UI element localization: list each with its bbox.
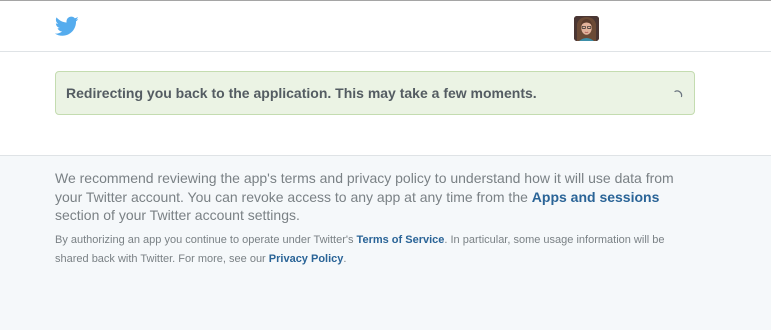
redirect-notice: Redirecting you back to the application.… bbox=[55, 71, 695, 115]
twitter-bird-icon[interactable] bbox=[54, 16, 79, 37]
terms-notice-text: By authorizing an app you continue to op… bbox=[55, 231, 695, 269]
main-content: Redirecting you back to the application.… bbox=[0, 52, 771, 155]
terms-notice-part-1: By authorizing an app you continue to op… bbox=[55, 234, 357, 246]
apps-and-sessions-link[interactable]: Apps and sessions bbox=[532, 189, 660, 205]
terms-of-service-link[interactable]: Terms of Service bbox=[357, 234, 445, 246]
privacy-policy-link[interactable]: Privacy Policy bbox=[269, 253, 344, 265]
permissions-info-text: We recommend reviewing the app's terms a… bbox=[55, 169, 695, 225]
redirect-message: Redirecting you back to the application.… bbox=[66, 85, 537, 101]
user-avatar[interactable] bbox=[574, 16, 599, 41]
oauth-redirect-page: Redirecting you back to the application.… bbox=[0, 0, 771, 330]
loading-spinner-graphic bbox=[674, 90, 683, 98]
user-avatar-image bbox=[574, 16, 599, 41]
loading-spinner-icon bbox=[673, 87, 683, 98]
authorization-footer: We recommend reviewing the app's terms a… bbox=[0, 155, 771, 330]
terms-notice-part-3: . bbox=[343, 253, 347, 265]
permissions-info-part-2: section of your Twitter account settings… bbox=[55, 207, 300, 223]
twitter-bird-icon-graphic bbox=[54, 16, 79, 36]
top-navigation-bar bbox=[0, 0, 771, 52]
